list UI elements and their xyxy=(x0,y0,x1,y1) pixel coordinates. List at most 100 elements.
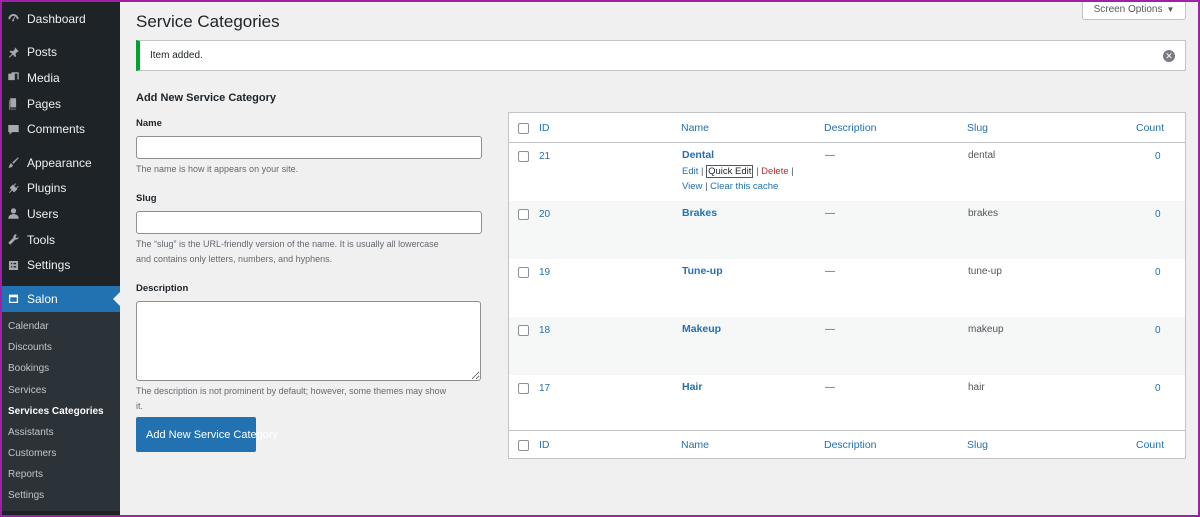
row-slug: dental xyxy=(968,150,996,161)
view-link[interactable]: View xyxy=(682,181,702,192)
row-slug: tune-up xyxy=(968,266,1002,277)
column-header-slug[interactable]: Slug xyxy=(967,122,988,134)
row-count-link[interactable]: 0 xyxy=(1155,383,1161,394)
column-header-name[interactable]: Name xyxy=(681,122,709,134)
pages-icon xyxy=(6,97,20,111)
sidebar-item-comments[interactable]: Comments xyxy=(0,116,120,142)
column-header-description[interactable]: Description xyxy=(824,122,877,134)
sidebar-item-posts[interactable]: Posts xyxy=(0,40,120,66)
column-footer-description[interactable]: Description xyxy=(824,439,877,451)
main-content: Screen Options ▼ Service Categories Item… xyxy=(120,0,1200,517)
row-checkbox[interactable] xyxy=(518,325,529,336)
submenu-item-services-categories[interactable]: Services Categories xyxy=(0,401,120,422)
success-notice: Item added. ✕ xyxy=(136,40,1186,71)
screen-options-button[interactable]: Screen Options ▼ xyxy=(1082,0,1186,20)
column-footer-id[interactable]: ID xyxy=(539,439,550,451)
sidebar-item-label: Settings xyxy=(27,258,71,273)
sidebar-item-tools[interactable]: Tools xyxy=(0,227,120,253)
row-checkbox[interactable] xyxy=(518,151,529,162)
clear-cache-link[interactable]: Clear this cache xyxy=(710,181,778,192)
row-name-link[interactable]: Brakes xyxy=(682,207,717,219)
form-heading: Add New Service Category xyxy=(136,92,276,104)
table-row: 20 Brakes — brakes 0 xyxy=(509,201,1185,259)
row-count-link[interactable]: 0 xyxy=(1155,209,1161,220)
select-all-checkbox-footer[interactable] xyxy=(518,440,529,451)
submenu-item-customers[interactable]: Customers xyxy=(0,443,120,464)
sidebar-item-pages[interactable]: Pages xyxy=(0,91,120,117)
name-input[interactable] xyxy=(136,136,482,159)
quick-edit-link[interactable]: Quick Edit xyxy=(706,165,754,178)
submenu-item-discounts[interactable]: Discounts xyxy=(0,337,120,358)
column-header-count[interactable]: Count xyxy=(1136,122,1164,134)
sidebar-item-appearance[interactable]: Appearance xyxy=(0,150,120,176)
row-actions: Edit | Quick Edit | Delete | View | Clea… xyxy=(682,164,794,194)
row-count-link[interactable]: 0 xyxy=(1155,267,1161,278)
delete-link[interactable]: Delete xyxy=(761,166,788,177)
sidebar-item-settings[interactable]: Settings xyxy=(0,252,120,278)
row-checkbox[interactable] xyxy=(518,267,529,278)
separator: | xyxy=(701,166,704,177)
row-slug: brakes xyxy=(968,208,999,219)
table-row: 21 Dental Edit | Quick Edit | Delete | V… xyxy=(509,143,1185,201)
slug-help: The “slug” is the URL-friendly version o… xyxy=(136,237,486,267)
screen-options-label: Screen Options xyxy=(1093,4,1163,15)
categories-table: ID Name Description Slug Count 21 Dental… xyxy=(508,112,1186,459)
sidebar-item-label: Dashboard xyxy=(27,11,86,26)
submenu-item-bookings[interactable]: Bookings xyxy=(0,358,120,379)
submenu-item-services[interactable]: Services xyxy=(0,380,120,401)
table-row: 19 Tune-up — tune-up 0 xyxy=(509,259,1185,317)
separator: | xyxy=(756,166,759,177)
row-name-link[interactable]: Hair xyxy=(682,381,702,393)
sidebar-item-dashboard[interactable]: Dashboard xyxy=(0,6,120,32)
description-label: Description xyxy=(136,283,189,294)
sidebar-item-label: Appearance xyxy=(27,155,92,170)
sidebar-item-label: Tools xyxy=(27,232,56,247)
table-header: ID Name Description Slug Count xyxy=(509,113,1185,143)
description-textarea[interactable] xyxy=(136,301,481,381)
row-id: 18 xyxy=(539,325,551,336)
sidebar-item-media[interactable]: Media xyxy=(0,65,120,91)
add-new-category-button[interactable]: Add New Service Category xyxy=(136,417,278,452)
row-name-link[interactable]: Tune-up xyxy=(682,265,723,277)
row-id: 19 xyxy=(539,267,551,278)
column-footer-slug[interactable]: Slug xyxy=(967,439,988,451)
row-id: 20 xyxy=(539,209,551,220)
row-checkbox[interactable] xyxy=(518,383,529,394)
row-name-link[interactable]: Dental xyxy=(682,149,714,161)
user-icon xyxy=(6,207,20,221)
submenu-item-assistants[interactable]: Assistants xyxy=(0,422,120,443)
name-label: Name xyxy=(136,118,162,129)
row-count-link[interactable]: 0 xyxy=(1155,151,1161,162)
row-count-link[interactable]: 0 xyxy=(1155,325,1161,336)
column-footer-name[interactable]: Name xyxy=(681,439,709,451)
sidebar-item-label: Pages xyxy=(27,96,62,111)
submenu-item-calendar[interactable]: Calendar xyxy=(0,316,120,337)
dismiss-icon[interactable]: ✕ xyxy=(1163,50,1175,62)
column-footer-count[interactable]: Count xyxy=(1136,439,1164,451)
select-all-checkbox[interactable] xyxy=(518,123,529,134)
submenu-item-reports[interactable]: Reports xyxy=(0,464,120,485)
column-header-id[interactable]: ID xyxy=(539,122,550,134)
slug-input[interactable] xyxy=(136,211,482,234)
slug-help-line: and contains only letters, numbers, and … xyxy=(136,254,333,264)
row-checkbox[interactable] xyxy=(518,209,529,220)
slug-help-line: The “slug” is the URL-friendly version o… xyxy=(136,239,439,249)
table-row: 18 Makeup — makeup 0 xyxy=(509,317,1185,375)
salon-submenu: Calendar Discounts Bookings Services Ser… xyxy=(0,311,120,511)
row-slug: hair xyxy=(968,382,985,393)
sidebar-item-users[interactable]: Users xyxy=(0,201,120,227)
description-help: The description is not prominent by defa… xyxy=(136,384,486,414)
name-help: The name is how it appears on your site. xyxy=(136,164,299,174)
sidebar-item-label: Comments xyxy=(27,122,86,137)
sidebar-item-salon[interactable]: Salon xyxy=(0,285,120,312)
sidebar-item-label: Media xyxy=(27,70,60,85)
submenu-item-settings[interactable]: Settings xyxy=(0,485,120,506)
wrench-icon xyxy=(6,233,20,247)
edit-link[interactable]: Edit xyxy=(682,166,698,177)
row-slug: makeup xyxy=(968,324,1004,335)
sidebar-item-plugins[interactable]: Plugins xyxy=(0,176,120,202)
comment-icon xyxy=(6,122,20,136)
description-help-line: it. xyxy=(136,401,144,411)
row-name-link[interactable]: Makeup xyxy=(682,323,721,335)
row-description: — xyxy=(825,150,835,161)
